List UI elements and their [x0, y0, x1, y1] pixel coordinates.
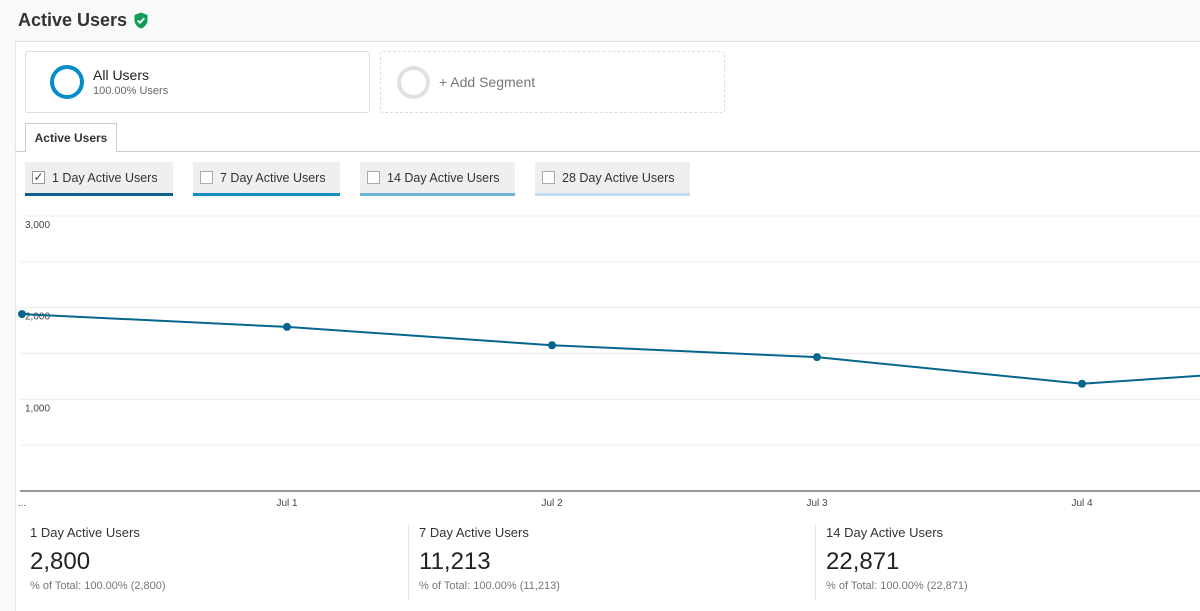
page-title: Active Users — [18, 10, 149, 31]
stat-14-day: 14 Day Active Users 22,871 % of Total: 100… — [811, 525, 968, 605]
metric-toggle-7-day[interactable]: 7 Day Active Users — [193, 162, 340, 196]
line-chart: 1,000 2,000 3,000... Jul 1 Jul 2 Jul 3 Jul 4 — [18, 215, 1200, 509]
y-tick-label: 3,000 — [25, 220, 50, 231]
checkbox-checked-icon[interactable]: ✓ — [32, 171, 45, 184]
series-line — [21, 313, 1200, 385]
add-segment-button[interactable]: + Add Segment — [380, 51, 725, 113]
stat-sub: % of Total: 100.00% (22,871) — [826, 580, 968, 592]
page-title-text: Active Users — [18, 10, 128, 30]
segment-name: All Users — [93, 67, 150, 83]
segment-sub: 100.00% Users — [93, 85, 169, 97]
metric-label: 14 Day Active Users — [387, 170, 500, 185]
checkbox-icon[interactable] — [542, 171, 555, 184]
x-tick-label: Jul 1 — [276, 498, 298, 509]
stat-value: 11,213 — [419, 548, 491, 575]
x-tick-label: Jul 3 — [806, 498, 828, 509]
stat-value: 22,871 — [826, 548, 900, 575]
tab-divider — [15, 151, 1200, 152]
metric-toggle-28-day[interactable]: 28 Day Active Users — [535, 162, 690, 196]
stat-label: 1 Day Active Users — [30, 525, 140, 540]
segment-ring-icon — [397, 65, 430, 99]
x-tick-label: ... — [18, 498, 26, 509]
y-tick-label: 2,000 — [25, 312, 50, 323]
shield-check-icon — [134, 12, 148, 29]
checkbox-icon[interactable] — [200, 171, 213, 184]
metric-label: 7 Day Active Users — [220, 170, 326, 185]
checkbox-icon[interactable] — [367, 171, 380, 184]
segment-ring-icon — [50, 65, 84, 99]
metric-toggle-14-day[interactable]: 14 Day Active Users — [360, 162, 515, 196]
stat-sub: % of Total: 100.00% (2,800) — [30, 580, 166, 592]
x-tick-label: Jul 2 — [541, 498, 563, 509]
data-point — [283, 322, 291, 331]
add-segment-label: + Add Segment — [439, 74, 536, 90]
stat-label: 7 Day Active Users — [419, 525, 529, 540]
metric-label: 1 Day Active Users — [52, 170, 158, 185]
stat-7-day: 7 Day Active Users 11,213 % of Total: 100.… — [404, 525, 560, 605]
data-point — [813, 353, 821, 362]
stat-value: 2,800 — [30, 548, 91, 575]
metric-toggle-1-day[interactable]: ✓ 1 Day Active Users — [25, 162, 173, 196]
stat-sub: % of Total: 100.00% (11,213) — [419, 580, 560, 592]
data-point — [1078, 379, 1086, 388]
x-tick-label: Jul 4 — [1071, 498, 1093, 509]
data-point — [548, 341, 556, 350]
stat-1-day: 1 Day Active Users 2,800 % of Total: 100.0… — [15, 525, 166, 605]
data-point — [18, 310, 26, 319]
tab-active-users[interactable]: Active Users — [25, 123, 117, 152]
stat-label: 14 Day Active Users — [826, 525, 944, 540]
metric-label: 28 Day Active Users — [562, 170, 675, 185]
y-tick-label: 1,000 — [25, 403, 50, 414]
segment-all-users[interactable]: All Users 100.00% Users — [25, 51, 370, 113]
